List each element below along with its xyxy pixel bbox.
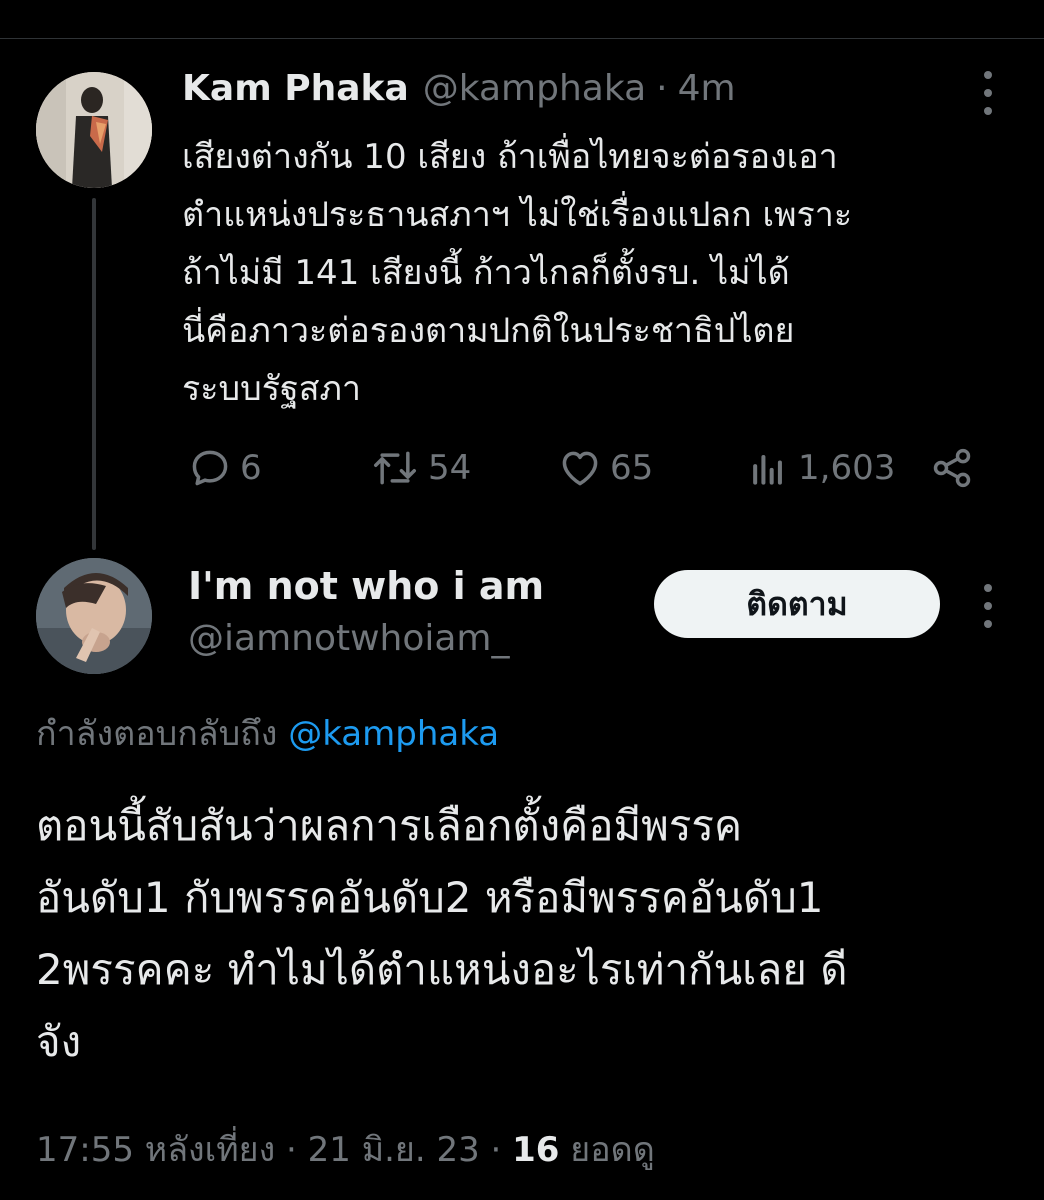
tweet-meta: 17:55 หลังเที่ยง · 21 มิ.ย. 23 · 16 ยอดด… — [36, 1122, 655, 1176]
parent-tweet-header: Kam Phaka @kamphaka · 4m — [182, 68, 736, 118]
tweet-text-line: ตำแหน่งประธานสภาฯ ไม่ใช่เรื่องแปลก เพราะ — [182, 195, 853, 235]
reply-tweet-text: ตอนนี้สับสันว่าผลการเลือกตั้งคือมีพรรค อ… — [36, 790, 1016, 1078]
reply-text-line: 2พรรคคะ ทำไมได้ตำแหน่งอะไรเท่ากันเลย ดี — [36, 945, 848, 994]
tweet-text-line: นี่คือภาวะต่อรองตามปกติในประชาธิปไตย — [182, 311, 795, 351]
like-icon — [562, 451, 598, 486]
like-count: 65 — [610, 448, 654, 488]
retweet-count: 54 — [428, 448, 472, 488]
iamnotwhoiam-avatar[interactable] — [36, 558, 152, 674]
tweet-actions: 6 54 65 1,603 — [182, 440, 982, 496]
replying-to: กำลังตอบกลับถึง @kamphaka — [36, 706, 499, 760]
retweet-button[interactable]: 54 — [370, 440, 471, 496]
tweet-text-line: ระบบรัฐสภา — [182, 369, 361, 409]
view-count: 1,603 — [798, 448, 896, 488]
top-divider — [0, 38, 1044, 39]
tweet-time[interactable]: 4m — [678, 68, 736, 109]
views-button[interactable]: 1,603 — [746, 440, 895, 496]
reply-count: 6 — [240, 448, 262, 488]
views-count: 16 — [512, 1130, 560, 1170]
views-label: ยอดดู — [570, 1130, 655, 1170]
views-icon — [753, 454, 782, 485]
like-button[interactable]: 65 — [558, 440, 653, 496]
tweet-timestamp[interactable]: 17:55 หลังเที่ยง · 21 มิ.ย. 23 · — [36, 1130, 501, 1170]
reply-icon — [192, 450, 228, 486]
more-icon[interactable] — [980, 71, 996, 115]
share-button[interactable] — [930, 440, 974, 496]
author-name[interactable]: Kam Phaka — [182, 68, 409, 109]
reply-author-name[interactable]: I'm not who i am — [188, 564, 544, 608]
parent-tweet-text: เสียงต่างกัน 10 เสียง ถ้าเพื่อไทยจะต่อรอ… — [182, 128, 1002, 418]
retweet-icon — [374, 451, 416, 485]
replying-to-prefix: กำลังตอบกลับถึง — [36, 714, 278, 754]
reply-button[interactable]: 6 — [188, 440, 262, 496]
kam-phaka-avatar[interactable] — [36, 72, 152, 188]
tweet-text-line: ถ้าไม่มี 141 เสียงนี้ ก้าวไกลก็ตั้งรบ. ไ… — [182, 253, 790, 293]
header-separator: · — [656, 68, 668, 109]
replying-to-mention[interactable]: @kamphaka — [288, 714, 499, 754]
thread-line — [92, 198, 96, 550]
more-icon[interactable] — [980, 584, 996, 628]
tweet-text-line: เสียงต่างกัน 10 เสียง ถ้าเพื่อไทยจะต่อรอ… — [182, 137, 838, 177]
reply-text-line: จัง — [36, 1017, 82, 1066]
reply-text-line: ตอนนี้สับสันว่าผลการเลือกตั้งคือมีพรรค — [36, 801, 743, 850]
share-icon — [933, 448, 971, 488]
reply-author-handle[interactable]: @iamnotwhoiam_ — [188, 618, 510, 659]
reply-text-line: อันดับ1 กับพรรคอันดับ2 หรือมีพรรคอันดับ1 — [36, 873, 824, 922]
author-handle[interactable]: @kamphaka — [423, 68, 646, 109]
follow-button[interactable]: ติดตาม — [654, 570, 940, 638]
